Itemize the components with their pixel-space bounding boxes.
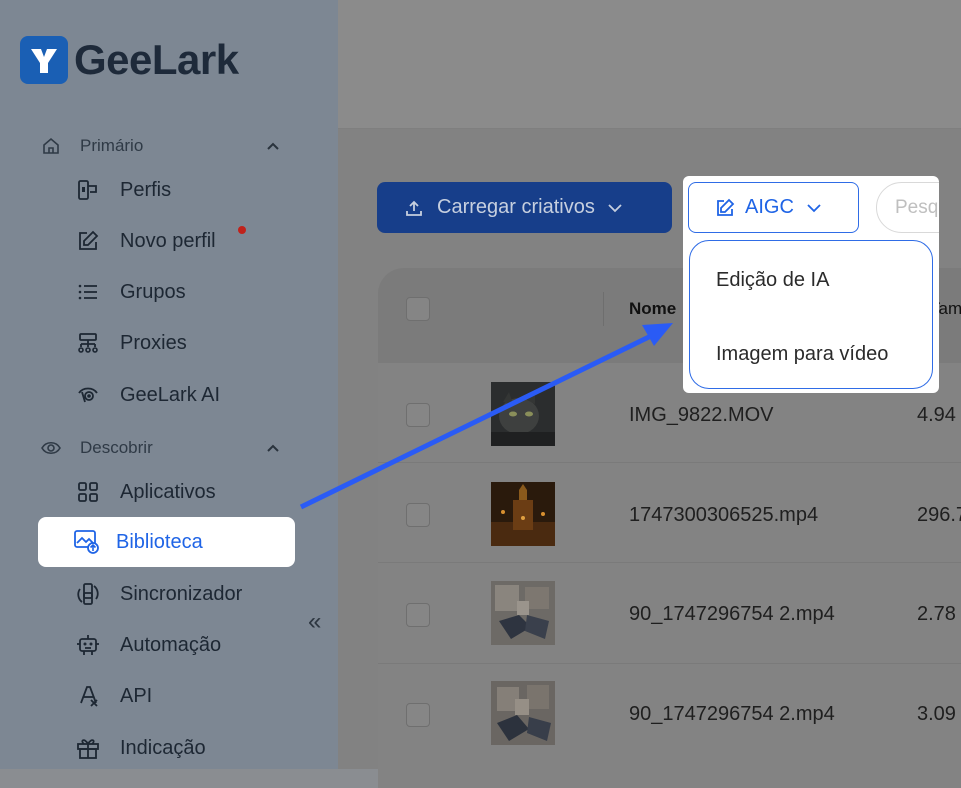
section-primary[interactable]: Primário <box>40 135 280 157</box>
list-icon <box>74 278 102 306</box>
row-checkbox[interactable] <box>406 403 430 427</box>
sidebar-item-label: Grupos <box>120 280 186 303</box>
row-divider <box>378 462 961 463</box>
upload-creatives-label: Carregar criativos <box>437 196 595 218</box>
menu-item-image-to-video[interactable]: Imagem para vídeo <box>716 343 888 366</box>
section-label: Descobrir <box>80 438 153 457</box>
file-name[interactable]: 1747300306525.mp4 <box>629 504 818 527</box>
row-divider <box>378 562 961 563</box>
sidebar-item-label: Automação <box>120 633 222 656</box>
robot-icon <box>74 631 102 659</box>
search-placeholder: Pesquisar <box>895 196 939 218</box>
sidebar-item-label: Biblioteca <box>116 530 203 553</box>
media-thumbnail[interactable] <box>491 581 555 645</box>
sidebar-item-label: Aplicativos <box>120 480 216 503</box>
chevron-down-icon <box>806 203 822 213</box>
section-label: Primário <box>80 136 144 155</box>
sidebar-item-label: Novo perfil <box>120 229 216 252</box>
file-name[interactable]: 90_1747296754 2.mp4 <box>629 703 835 726</box>
profiles-icon <box>74 176 102 204</box>
sidebar-item-label: Proxies <box>120 331 187 354</box>
api-icon <box>74 682 102 710</box>
row-checkbox[interactable] <box>406 703 430 727</box>
sidebar-item-api[interactable]: API <box>74 676 152 716</box>
brand-name: GeeLark <box>74 36 239 83</box>
home-icon <box>40 135 62 157</box>
sidebar-item-label: GeeLark AI <box>120 383 221 406</box>
apps-grid-icon <box>74 478 102 506</box>
upload-creatives-button[interactable]: Carregar criativos <box>377 182 672 233</box>
column-separator <box>603 292 604 326</box>
chevron-up-icon <box>266 440 280 456</box>
chevron-up-icon <box>266 138 280 154</box>
sidebar-item-label: Indicação <box>120 736 206 759</box>
file-name[interactable]: IMG_9822.MOV <box>629 404 774 427</box>
sidebar-item-geelark-ai[interactable]: GeeLark AI <box>74 375 220 415</box>
file-size: 4.94 <box>917 404 956 426</box>
media-thumbnail[interactable] <box>491 681 555 745</box>
eye-ai-icon <box>74 381 102 409</box>
sidebar-item-indicacao[interactable]: Indicação <box>74 728 206 768</box>
sidebar-item-label: API <box>120 684 153 707</box>
sidebar-item-label: Perfis <box>120 178 172 201</box>
edit-icon <box>715 198 735 218</box>
row-checkbox[interactable] <box>406 603 430 627</box>
row-divider <box>378 663 961 664</box>
aigc-dropdown-menu: Edição de IA Imagem para vídeo <box>689 240 933 389</box>
collapse-sidebar-button[interactable]: « <box>308 608 321 636</box>
notification-dot <box>238 226 246 234</box>
top-bar <box>338 0 961 129</box>
aigc-button[interactable]: AIGC <box>688 182 859 233</box>
file-size: 296.7 <box>917 504 961 526</box>
proxy-network-icon <box>74 329 102 357</box>
sidebar-item-sincronizador[interactable]: Sincronizador <box>74 574 242 614</box>
sidebar-item-aplicativos[interactable]: Aplicativos <box>74 472 216 512</box>
search-clip: Pesquisar <box>876 176 939 238</box>
sidebar-item-label: Sincronizador <box>120 582 243 605</box>
sync-devices-icon <box>74 580 102 608</box>
sidebar-item-biblioteca[interactable]: Biblioteca <box>38 517 295 567</box>
select-all-checkbox[interactable] <box>406 297 430 321</box>
library-image-icon <box>72 527 102 557</box>
file-size: 3.09 <box>917 703 956 725</box>
chevron-down-icon <box>607 203 623 213</box>
brand-logo: GeeLark <box>20 36 239 84</box>
discover-eye-icon <box>40 437 62 459</box>
sidebar-item-automacao[interactable]: Automação <box>74 625 221 665</box>
media-thumbnail[interactable] <box>491 382 555 446</box>
upload-icon <box>405 199 423 217</box>
sidebar-item-proxies[interactable]: Proxies <box>74 323 187 363</box>
gift-icon <box>74 734 102 762</box>
aigc-label: AIGC <box>745 196 794 218</box>
file-size: 2.78 <box>917 603 956 625</box>
section-descobrir[interactable]: Descobrir <box>40 437 280 459</box>
sidebar-item-grupos[interactable]: Grupos <box>74 272 186 312</box>
sidebar-item-novo-perfil[interactable]: Novo perfil <box>74 221 216 261</box>
column-header-name[interactable]: Nome <box>629 299 676 319</box>
media-thumbnail[interactable] <box>491 482 555 546</box>
row-checkbox[interactable] <box>406 503 430 527</box>
search-input[interactable]: Pesquisar <box>876 182 939 233</box>
menu-item-ai-edit[interactable]: Edição de IA <box>716 269 829 292</box>
geelark-logo-icon <box>20 36 68 84</box>
edit-icon <box>74 227 102 255</box>
sidebar-item-perfis[interactable]: Perfis <box>74 170 171 210</box>
file-name[interactable]: 90_1747296754 2.mp4 <box>629 603 835 626</box>
